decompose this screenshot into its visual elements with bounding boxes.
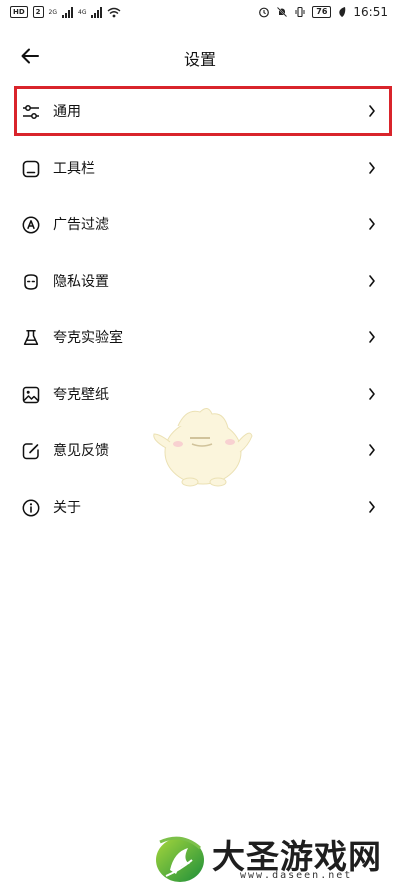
leaf-icon (339, 7, 346, 17)
chevron-right-icon (369, 218, 375, 230)
header: 设置 (0, 34, 400, 78)
privacy-mask-icon (24, 273, 38, 290)
site-logo-icon (156, 836, 204, 882)
alarm-icon (259, 7, 270, 18)
toolbar-icon (22, 160, 40, 177)
settings-item-privacy[interactable]: 隐私设置 (0, 254, 400, 311)
page-title: 设置 (183, 50, 216, 69)
settings-item-label: 工具栏 (53, 160, 95, 177)
signal-2-label: 4G (78, 8, 87, 16)
settings-item-label: 关于 (53, 499, 81, 516)
status-bar: HD 2 2G 4G 76 16:51 (0, 0, 400, 28)
edit-feedback-icon (22, 443, 39, 460)
chevron-right-icon (369, 331, 375, 343)
settings-item-label: 夸克壁纸 (53, 386, 109, 403)
settings-item-lab[interactable]: 夸克实验室 (0, 310, 400, 367)
settings-item-ad-filter[interactable]: 广告过滤 (0, 197, 400, 254)
chevron-right-icon (369, 161, 375, 174)
ad-filter-icon (22, 216, 40, 234)
mute-bell-icon (277, 6, 288, 18)
settings-item-label: 广告过滤 (53, 217, 109, 233)
settings-item-label: 夸克实验室 (53, 330, 123, 346)
chevron-right-icon (369, 444, 375, 456)
clock: 16:51 (353, 5, 388, 19)
battery-indicator: 76 (312, 6, 332, 18)
site-url: www.daseen.net (240, 870, 353, 881)
settings-item-general[interactable]: 通用 (0, 84, 400, 141)
settings-item-label: 通用 (53, 104, 81, 120)
vibrate-icon (295, 6, 305, 18)
hd-badge: HD (10, 6, 28, 18)
site-watermark: 大圣游戏网 www.daseen.net (152, 826, 400, 888)
info-icon (22, 499, 40, 516)
signal-1-label: 2G (48, 8, 58, 16)
settings-item-label: 隐私设置 (53, 273, 109, 290)
settings-item-toolbar[interactable]: 工具栏 (0, 141, 400, 198)
settings-item-label: 意见反馈 (53, 443, 109, 459)
sliders-icon (23, 105, 39, 119)
chevron-right-icon (369, 274, 375, 287)
chevron-right-icon (369, 500, 375, 513)
signal-bars-1-icon (62, 6, 74, 18)
image-icon (22, 386, 40, 403)
flask-icon (23, 330, 39, 345)
chevron-right-icon (369, 105, 375, 117)
chevron-right-icon (369, 387, 375, 400)
sim-badge: 2 (32, 6, 44, 18)
wifi-icon (108, 7, 121, 17)
mascot-watermark-image (153, 408, 253, 487)
signal-bars-2-icon (91, 6, 103, 18)
